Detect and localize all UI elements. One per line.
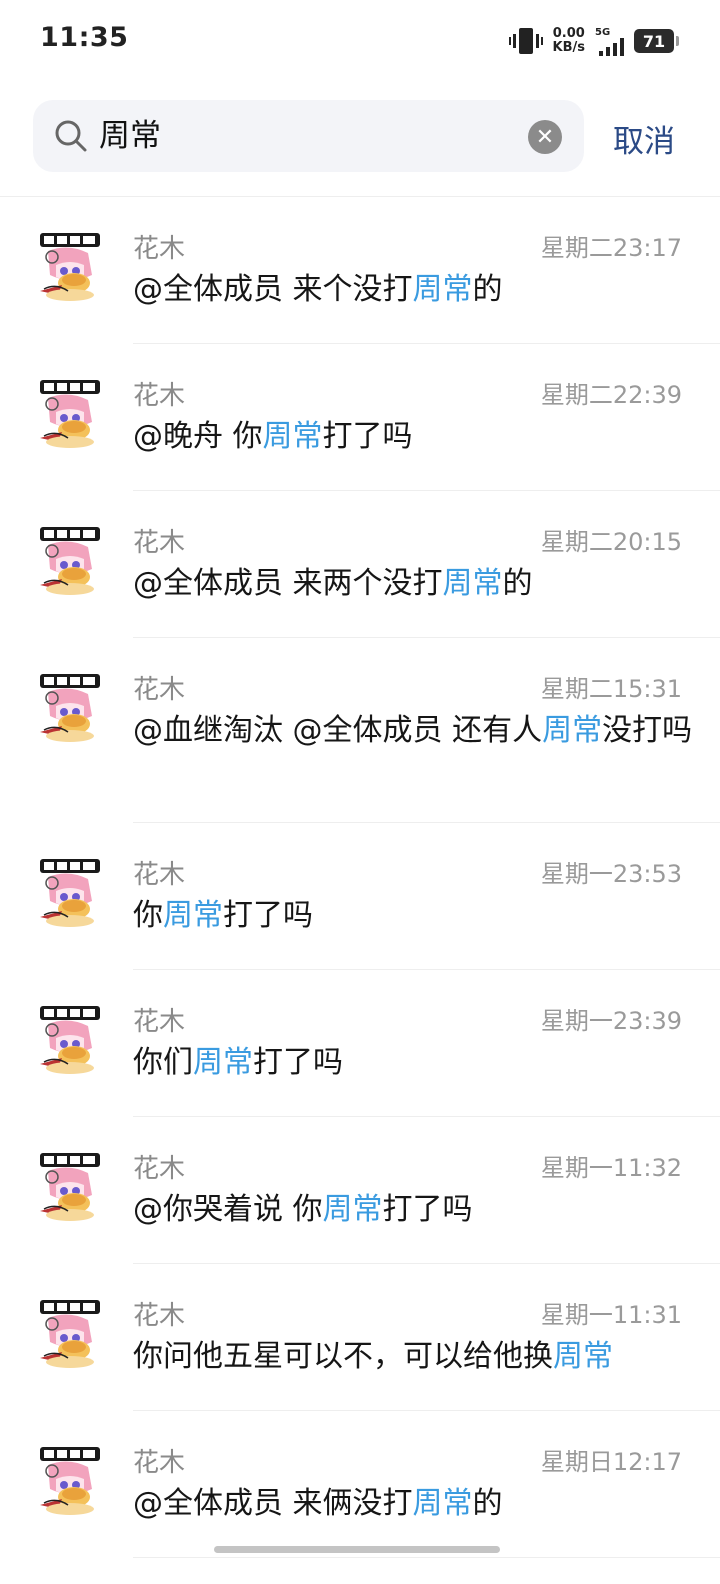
avatar[interactable] [38,1445,102,1517]
message-time: 星期二20:15 [540,528,682,556]
avatar[interactable] [38,672,102,744]
search-result-item[interactable]: 花木 星期二15:31 @血继淘汰 @全体成员 还有人周常没打吗 [0,638,720,823]
search-result-item[interactable]: 花木 星期二23:17 @全体成员 来个没打周常的 [0,197,720,344]
message-text-part: @全体成员 来俩没打 [133,1486,413,1521]
search-result-item[interactable]: 花木 星期一23:53 你周常打了吗 [0,823,720,970]
avatar[interactable] [38,525,102,597]
message-text-part: 打了吗 [322,419,413,454]
message-text-part: 的 [472,272,503,307]
net-speed: 0.00 KB/s [553,27,585,55]
message-text-part: @全体成员 来两个没打 [133,566,443,601]
keyword-highlight: 周常 [193,1045,253,1080]
keyword-highlight: 周常 [553,1339,613,1374]
sender-name: 花木 [133,234,186,264]
sender-name: 花木 [133,1007,186,1037]
battery-level: 71 [642,31,666,51]
avatar[interactable] [38,1004,102,1076]
sender-name: 花木 [133,675,186,705]
keyword-highlight: 周常 [542,713,603,748]
message-text-part: 的 [472,1486,503,1521]
message-text-part: 没打吗 [602,713,693,748]
avatar[interactable] [38,378,102,450]
message-text: 你问他五星可以不，可以给他换周常 [133,1338,693,1376]
cancel-button[interactable]: 取消 [613,116,675,161]
message-text-part: 你们 [133,1045,193,1080]
keyword-highlight: 周常 [412,1486,473,1521]
search-result-item[interactable]: 花木 星期日12:17 @全体成员 来俩没打周常的 [0,1411,720,1558]
search-results-list: 花木 星期二23:17 @全体成员 来个没打周常的 花木 星期二22:39 @晚舟 你周… [0,197,720,1558]
message-text-part: @全体成员 来个没打 [133,272,413,307]
search-result-item[interactable]: 花木 星期一11:32 @你哭着说 你周常打了吗 [0,1117,720,1264]
keyword-highlight: 周常 [163,898,223,933]
divider [133,1557,720,1558]
message-text: @你哭着说 你周常打了吗 [133,1191,693,1229]
message-text: 你们周常打了吗 [133,1044,693,1082]
signal-icon [599,37,624,56]
keyword-highlight: 周常 [262,419,323,454]
message-time: 星期二23:17 [540,234,682,262]
keyword-highlight: 周常 [412,272,473,307]
network-type: 5G [595,26,611,38]
message-text-part: 打了吗 [223,898,313,933]
avatar[interactable] [38,857,102,929]
status-bar: 11:35 0.00 KB/s 5G 71 [0,0,720,80]
clock: 11:35 [40,22,129,53]
net-speed-unit: KB/s [552,40,585,55]
avatar[interactable] [38,231,102,303]
message-text-part: 的 [502,566,533,601]
signal-indicator: 5G [595,27,624,56]
message-text: @全体成员 来两个没打周常的 [133,565,693,603]
message-time: 星期日12:17 [540,1448,682,1476]
sender-name: 花木 [133,1448,186,1478]
vibrate-icon [508,28,543,54]
sender-name: 花木 [133,860,186,890]
search-result-item[interactable]: 花木 星期一11:31 你问他五星可以不，可以给他换周常 [0,1264,720,1411]
search-icon [55,120,87,152]
message-time: 星期二15:31 [540,675,682,703]
message-text-part: 你 [133,898,163,933]
search-result-item[interactable]: 花木 星期二22:39 @晚舟 你周常打了吗 [0,344,720,491]
clear-icon[interactable]: ✕ [528,120,562,154]
message-text-part: @晚舟 你 [133,419,263,454]
search-bar: 周常 ✕ [0,100,720,174]
sender-name: 花木 [133,1154,186,1184]
message-text-part: 打了吗 [253,1045,343,1080]
message-time: 星期一23:39 [540,1007,682,1035]
search-query: 周常 [99,118,161,154]
message-time: 星期一11:31 [540,1301,682,1329]
message-text-part: 打了吗 [382,1192,473,1227]
message-text-part: @血继淘汰 @全体成员 还有人 [133,713,543,748]
message-time: 星期一11:32 [540,1154,682,1182]
search-result-item[interactable]: 花木 星期二20:15 @全体成员 来两个没打周常的 [0,491,720,638]
message-text: @晚舟 你周常打了吗 [133,418,693,456]
search-result-item[interactable]: 花木 星期一23:39 你们周常打了吗 [0,970,720,1117]
message-time: 星期一23:53 [540,860,682,888]
home-indicator[interactable] [214,1546,500,1553]
sender-name: 花木 [133,1301,186,1331]
search-input[interactable]: 周常 ✕ [33,100,584,172]
keyword-highlight: 周常 [322,1192,383,1227]
sender-name: 花木 [133,528,186,558]
status-icons: 0.00 KB/s 5G 71 [508,24,679,58]
message-text: 你周常打了吗 [133,897,693,935]
avatar[interactable] [38,1298,102,1370]
message-text: @全体成员 来个没打周常的 [133,271,693,309]
message-text-part: @你哭着说 你 [133,1192,323,1227]
net-speed-value: 0.00 [552,26,585,41]
message-time: 星期二22:39 [540,381,682,409]
message-text-part: 你问他五星可以不，可以给他换 [133,1339,553,1374]
sender-name: 花木 [133,381,186,411]
battery-icon: 71 [634,29,679,53]
message-text: @血继淘汰 @全体成员 还有人周常没打吗 [133,712,693,750]
keyword-highlight: 周常 [442,566,503,601]
message-text: @全体成员 来俩没打周常的 [133,1485,693,1523]
avatar[interactable] [38,1151,102,1223]
